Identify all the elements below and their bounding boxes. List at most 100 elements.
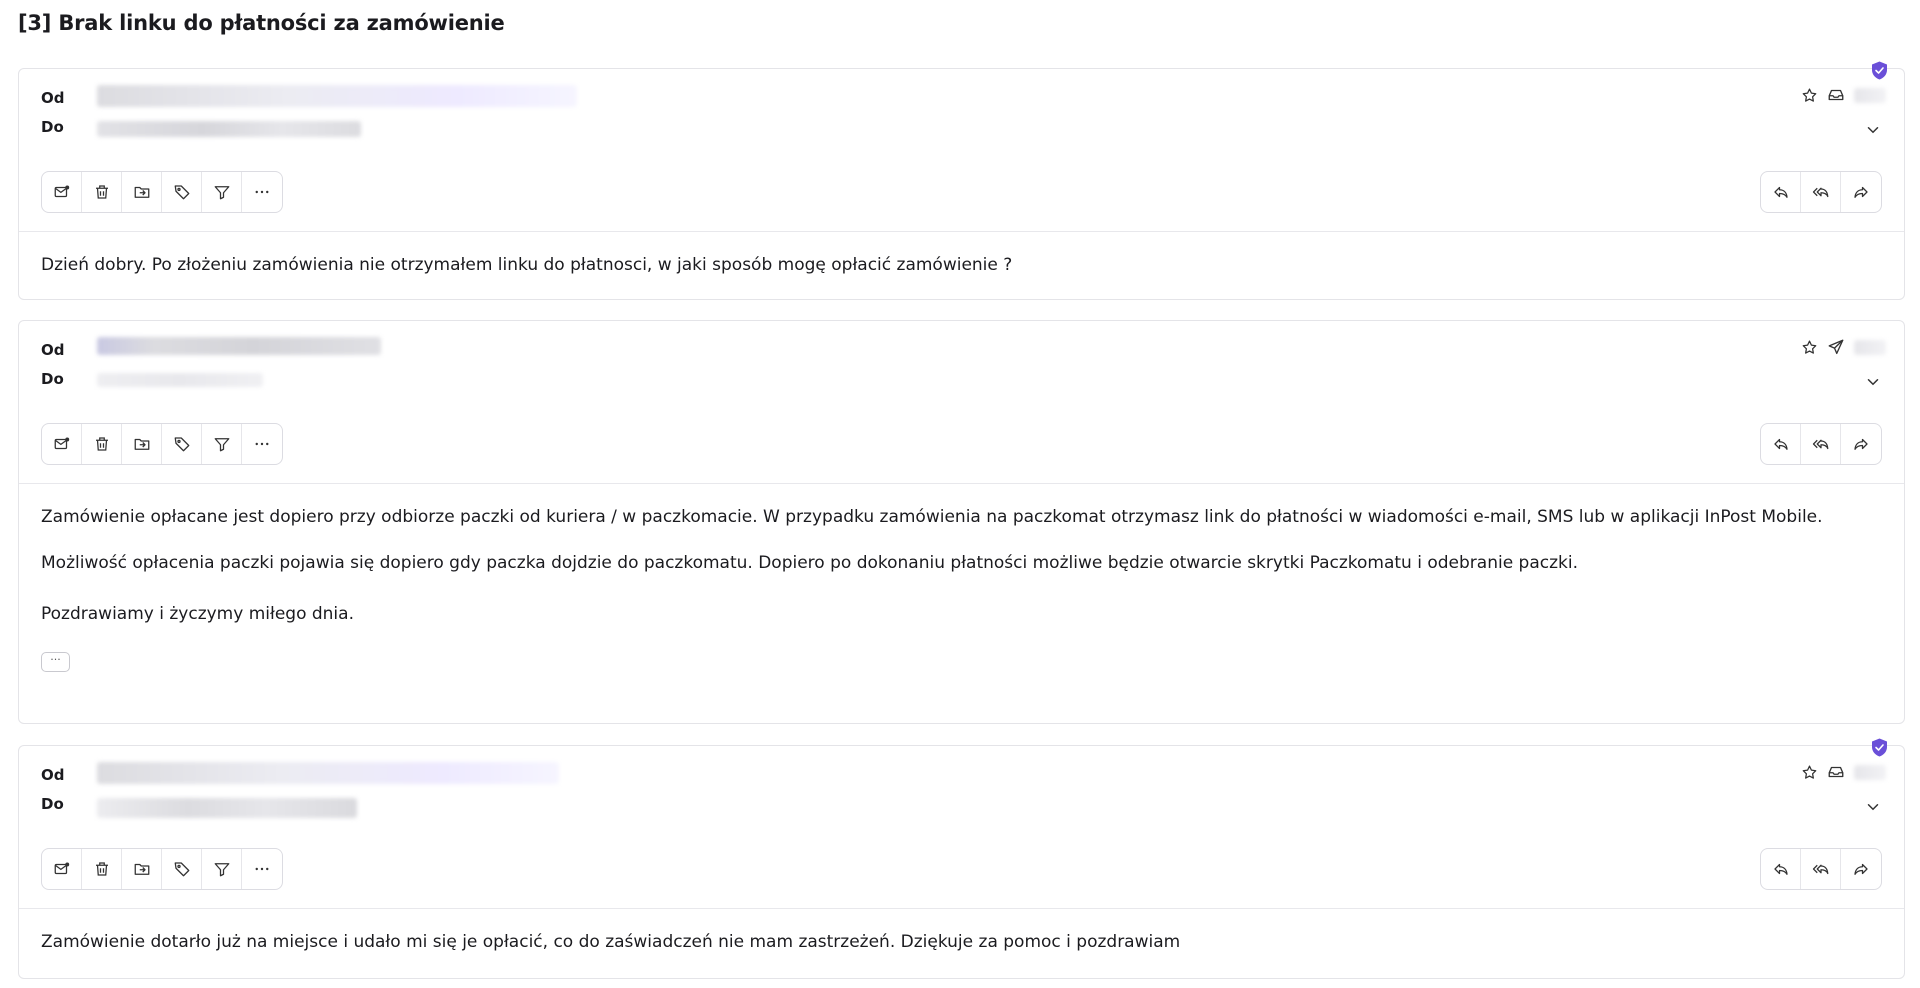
reply-all-icon (1812, 187, 1828, 198)
more-horizontal-icon (255, 867, 269, 871)
message-paragraph: Dzień dobry. Po złożeniu zamówienia nie … (41, 255, 1013, 275)
reply-all-button[interactable] (1801, 424, 1841, 464)
reply-toolbar (1760, 423, 1882, 465)
from-label: Od (41, 341, 65, 359)
filter-button[interactable] (202, 424, 242, 464)
message-card: Od Do Dzień dobry. Po złożeniu zamówieni… (18, 61, 1905, 300)
mark-unread-icon (54, 862, 69, 875)
reply-button[interactable] (1761, 424, 1801, 464)
move-button[interactable] (122, 172, 162, 212)
sender-redacted (97, 337, 381, 355)
forward-icon (1854, 186, 1868, 198)
label-button[interactable] (162, 424, 202, 464)
move-button[interactable] (122, 424, 162, 464)
message-header: Od Do (19, 738, 1904, 909)
tag-icon (174, 862, 189, 877)
date-redacted (1854, 87, 1886, 103)
reply-all-icon (1812, 439, 1828, 450)
shield-check-icon (1872, 738, 1887, 757)
star-icon[interactable] (1800, 338, 1818, 356)
inbox-icon (1827, 763, 1845, 781)
move-folder-icon (134, 438, 149, 450)
trash-icon (95, 862, 108, 876)
forward-button[interactable] (1841, 849, 1881, 889)
move-button[interactable] (122, 849, 162, 889)
trash-icon (95, 185, 108, 199)
delete-button[interactable] (82, 424, 122, 464)
message-body: Zamówienie opłacane jest dopiero przy od… (19, 484, 1904, 692)
from-label: Od (41, 89, 65, 107)
chevron-down-icon[interactable] (1864, 121, 1882, 139)
sender-redacted (97, 85, 577, 107)
more-button[interactable] (242, 849, 282, 889)
forward-icon (1854, 863, 1868, 875)
mark-unread-button[interactable] (42, 172, 82, 212)
message-toolbar (41, 423, 283, 465)
message-paragraph: Zamówienie opłacane jest dopiero przy od… (41, 507, 1823, 527)
chevron-down-icon[interactable] (1864, 798, 1882, 816)
to-label: Do (41, 370, 64, 388)
reply-icon (1773, 438, 1788, 450)
message-paragraph: Pozdrawiamy i życzymy miłego dnia. (41, 604, 354, 624)
reply-toolbar (1760, 848, 1882, 890)
shield-check-icon (1872, 61, 1887, 80)
star-icon[interactable] (1800, 86, 1818, 104)
delete-button[interactable] (82, 172, 122, 212)
filter-icon (214, 186, 229, 200)
mark-unread-button[interactable] (42, 849, 82, 889)
message-header: Od Do (19, 321, 1904, 484)
sender-redacted (97, 762, 559, 784)
move-folder-icon (134, 863, 149, 875)
more-button[interactable] (242, 424, 282, 464)
star-icon[interactable] (1800, 763, 1818, 781)
trash-icon (95, 437, 108, 451)
move-folder-icon (134, 186, 149, 198)
filter-button[interactable] (202, 172, 242, 212)
header-actions (1800, 763, 1886, 781)
more-horizontal-icon (255, 190, 269, 194)
filter-button[interactable] (202, 849, 242, 889)
reply-all-icon (1812, 864, 1828, 875)
message-card: Od Do Zamówienie dotarło już na miejsce … (18, 738, 1905, 979)
show-quoted-button[interactable]: ··· (41, 652, 70, 672)
reply-button[interactable] (1761, 849, 1801, 889)
tag-icon (174, 437, 189, 452)
reply-icon (1773, 186, 1788, 198)
label-button[interactable] (162, 172, 202, 212)
from-label: Od (41, 766, 65, 784)
header-actions (1800, 86, 1886, 104)
more-button[interactable] (242, 172, 282, 212)
message-toolbar (41, 171, 283, 213)
reply-all-button[interactable] (1801, 172, 1841, 212)
more-horizontal-icon (255, 442, 269, 446)
message-body: Zamówienie dotarło już na miejsce i udał… (19, 909, 1904, 975)
inbox-icon (1827, 86, 1845, 104)
reply-button[interactable] (1761, 172, 1801, 212)
filter-icon (214, 438, 229, 452)
message-body: Dzień dobry. Po złożeniu zamówienia nie … (19, 232, 1904, 298)
forward-button[interactable] (1841, 424, 1881, 464)
reply-all-button[interactable] (1801, 849, 1841, 889)
delete-button[interactable] (82, 849, 122, 889)
thread-title: [3] Brak linku do płatności za zamówieni… (18, 11, 505, 35)
to-label: Do (41, 795, 64, 813)
send-icon (1827, 338, 1845, 356)
date-redacted (1854, 764, 1886, 780)
forward-button[interactable] (1841, 172, 1881, 212)
recipient-redacted (97, 121, 361, 137)
message-card: Od Do Zamówienie opłacane jest dopiero p… (18, 320, 1905, 724)
reply-icon (1773, 863, 1788, 875)
header-actions (1800, 338, 1886, 356)
message-toolbar (41, 848, 283, 890)
label-button[interactable] (162, 849, 202, 889)
forward-icon (1854, 438, 1868, 450)
recipient-redacted (97, 373, 263, 387)
message-paragraph: Możliwość opłacenia paczki pojawia się d… (41, 553, 1579, 573)
date-redacted (1854, 339, 1886, 355)
mark-unread-icon (54, 185, 69, 198)
chevron-down-icon[interactable] (1864, 373, 1882, 391)
mark-unread-button[interactable] (42, 424, 82, 464)
message-paragraph: Zamówienie dotarło już na miejsce i udał… (41, 932, 1181, 952)
tag-icon (174, 185, 189, 200)
reply-toolbar (1760, 171, 1882, 213)
